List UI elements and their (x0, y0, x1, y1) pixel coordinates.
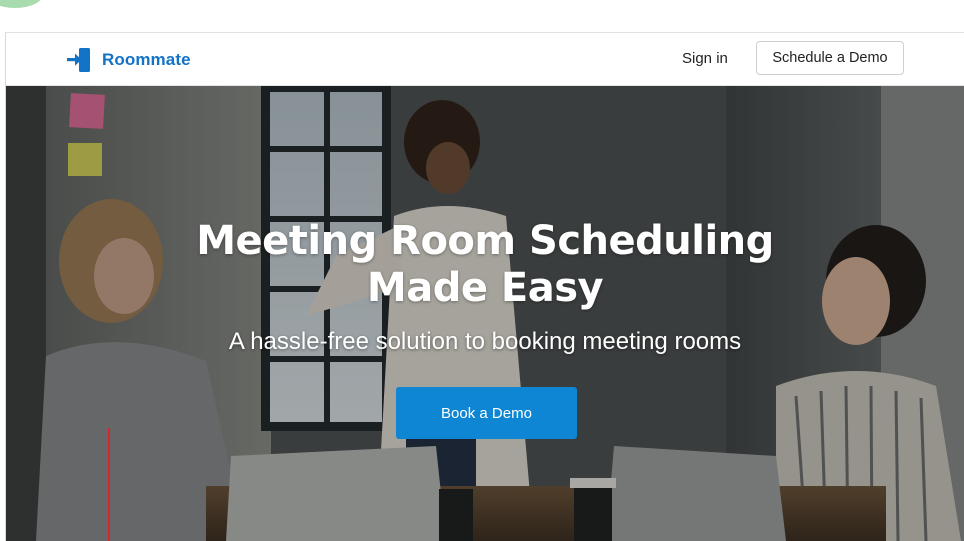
decorative-circle (0, 0, 44, 8)
hero-headline: Meeting Room Scheduling Made Easy (6, 218, 964, 312)
hero-dark-overlay (6, 86, 964, 541)
sign-in-link[interactable]: Sign in (682, 50, 728, 67)
red-cursor-line (108, 428, 110, 541)
brand-logo-link[interactable]: Roommate (66, 47, 191, 73)
book-demo-button[interactable]: Book a Demo (396, 387, 577, 439)
hero-section: Meeting Room Scheduling Made Easy A hass… (6, 86, 964, 541)
door-enter-icon (67, 48, 90, 72)
brand-name: Roommate (102, 50, 191, 69)
schedule-demo-button[interactable]: Schedule a Demo (756, 41, 904, 75)
hero-headline-line1: Meeting Room Scheduling (196, 218, 774, 264)
top-navbar: Roommate Sign in Schedule a Demo (6, 33, 964, 86)
hero-headline-line2: Made Easy (366, 265, 604, 311)
hero-subheadline: A hassle-free solution to booking meetin… (228, 328, 742, 355)
browser-viewport: Roommate Sign in Schedule a Demo Meeting… (5, 32, 964, 541)
